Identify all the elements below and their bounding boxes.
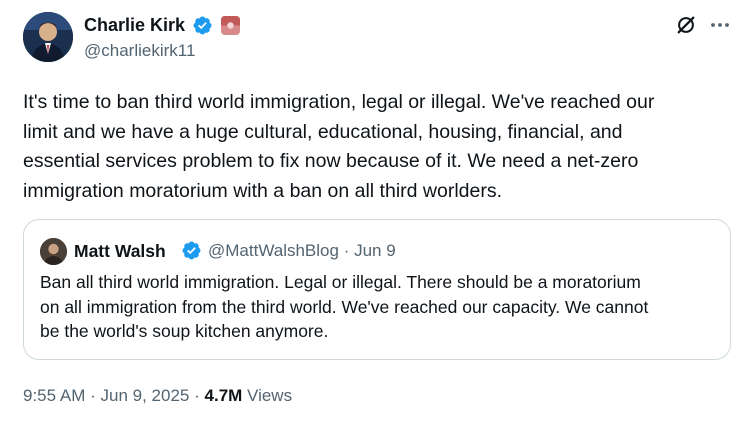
tweet-footer: 9:55 AM · Jun 9, 2025 · 4.7M Views	[23, 385, 292, 407]
quote-verified-badge-icon[interactable]	[181, 240, 202, 261]
grok-icon[interactable]	[675, 14, 697, 36]
avatar[interactable]	[23, 12, 73, 62]
quote-meta: @MattWalshBlog · Jun 9	[208, 240, 396, 262]
quote-text-line: Ban all third world immigration. Legal o…	[40, 272, 641, 292]
quoted-tweet-card[interactable]: Matt Walsh @MattWalshBlog · Jun 9 Ban al…	[23, 219, 731, 360]
tweet-text-line: essential services problem to fix now be…	[23, 150, 639, 172]
quote-text: Ban all third world immigration. Legal o…	[40, 270, 720, 344]
post-date[interactable]: Jun 9, 2025	[101, 386, 190, 405]
quote-text-line: be the world's soup kitchen anymore.	[40, 321, 329, 341]
quote-author-handle[interactable]: @MattWalshBlog	[208, 241, 339, 260]
avatar-image	[23, 12, 73, 62]
tweet: Charlie Kirk @charliekirk11 It's time to…	[0, 0, 752, 422]
tweet-text-line: It's time to ban third world immigration…	[23, 91, 655, 113]
tweet-text-line: limit and we have a huge cultural, educa…	[23, 120, 623, 143]
quote-avatar[interactable]	[40, 238, 67, 265]
flag-icon[interactable]	[221, 16, 240, 35]
quote-avatar-image	[40, 238, 67, 265]
views-count[interactable]: 4.7M	[205, 386, 243, 405]
more-icon[interactable]	[708, 13, 732, 37]
post-time[interactable]: 9:55 AM	[23, 386, 85, 405]
tweet-text: It's time to ban third world immigration…	[23, 88, 735, 206]
author-name[interactable]: Charlie Kirk	[84, 14, 185, 36]
tweet-text-line: immigration moratorium with a ban on all…	[23, 179, 503, 202]
views-label[interactable]: Views	[247, 386, 292, 405]
footer-separator: ·	[194, 386, 200, 405]
quote-author-name[interactable]: Matt Walsh	[74, 240, 166, 262]
quote-text-line: on all immigration from the third world.…	[40, 296, 649, 317]
quote-date[interactable]: Jun 9	[354, 241, 396, 260]
verified-badge-icon[interactable]	[192, 15, 213, 36]
author-handle[interactable]: @charliekirk11	[84, 41, 195, 61]
footer-separator: ·	[90, 386, 96, 405]
quote-separator: ·	[343, 241, 350, 260]
